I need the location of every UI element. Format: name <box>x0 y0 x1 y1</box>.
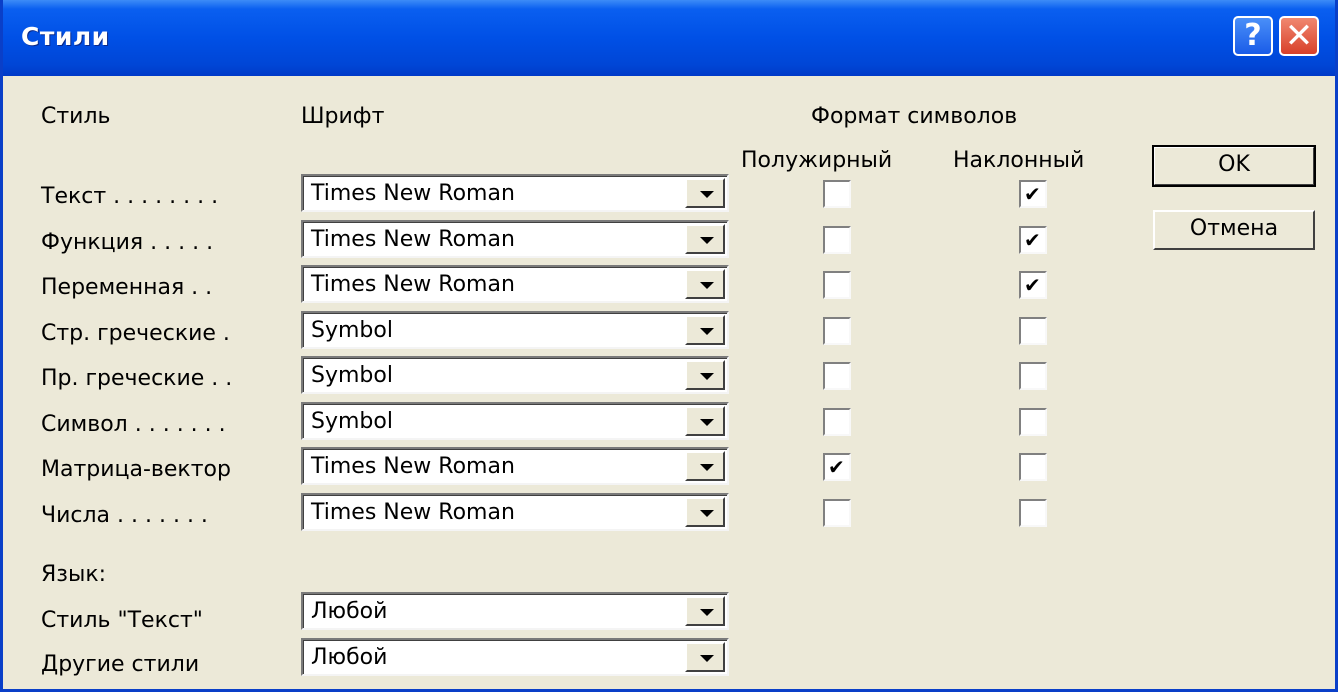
language-text-style-select[interactable]: Любой <box>301 592 729 630</box>
dropdown-button[interactable] <box>685 596 725 626</box>
bold-checkbox[interactable] <box>823 408 851 436</box>
select-value: Symbol <box>311 318 393 343</box>
question-icon: ? <box>1244 18 1262 53</box>
bold-checkbox[interactable]: ✔ <box>823 453 851 481</box>
chevron-down-icon <box>700 609 714 616</box>
style-row-label: Матрица-вектор <box>41 457 231 482</box>
check-icon: ✔ <box>1024 182 1041 206</box>
chevron-down-icon <box>700 282 714 289</box>
style-row-label: Пр. греческие . . <box>41 366 233 391</box>
select-value: Symbol <box>311 363 393 388</box>
chevron-down-icon <box>700 237 714 244</box>
select-value: Times New Roman <box>311 500 515 525</box>
title-bar[interactable]: Стили ? ✕ <box>3 0 1335 76</box>
italic-checkbox[interactable] <box>1019 362 1047 390</box>
dropdown-button[interactable] <box>685 451 725 481</box>
style-row-label: Текст . . . . . . . . <box>41 184 219 209</box>
select-value: Times New Roman <box>311 272 515 297</box>
header-font: Шрифт <box>301 104 385 129</box>
font-select[interactable]: Times New Roman <box>301 447 729 485</box>
bold-checkbox[interactable] <box>823 499 851 527</box>
styles-dialog: Стили ? ✕ Стиль Шрифт Формат символов По… <box>0 0 1338 692</box>
dropdown-button[interactable] <box>685 269 725 299</box>
dialog-title: Стили <box>21 22 110 51</box>
font-select[interactable]: Symbol <box>301 311 729 349</box>
language-row-label: Стиль "Текст" <box>41 608 203 633</box>
dropdown-button[interactable] <box>685 360 725 390</box>
select-value: Times New Roman <box>311 454 515 479</box>
help-button[interactable]: ? <box>1233 16 1273 56</box>
font-select[interactable]: Symbol <box>301 402 729 440</box>
font-select[interactable]: Symbol <box>301 356 729 394</box>
chevron-down-icon <box>700 464 714 471</box>
font-select[interactable]: Times New Roman <box>301 265 729 303</box>
close-icon: ✕ <box>1284 16 1314 56</box>
italic-checkbox[interactable] <box>1019 317 1047 345</box>
chevron-down-icon <box>700 191 714 198</box>
select-value: Любой <box>311 599 388 624</box>
bold-checkbox[interactable] <box>823 317 851 345</box>
style-row-label: Функция . . . . . <box>41 230 214 255</box>
style-row-label: Числа . . . . . . . <box>41 503 208 528</box>
dropdown-button[interactable] <box>685 642 725 672</box>
chevron-down-icon <box>700 328 714 335</box>
bold-checkbox[interactable] <box>823 362 851 390</box>
italic-checkbox[interactable] <box>1019 499 1047 527</box>
dropdown-button[interactable] <box>685 315 725 345</box>
header-italic: Наклонный <box>953 148 1085 173</box>
bold-checkbox[interactable] <box>823 226 851 254</box>
bold-checkbox[interactable] <box>823 271 851 299</box>
header-character-format: Формат символов <box>811 104 1018 129</box>
check-icon: ✔ <box>1024 273 1041 297</box>
font-select[interactable]: Times New Roman <box>301 493 729 531</box>
cancel-button[interactable]: Отмена <box>1153 210 1315 250</box>
dropdown-button[interactable] <box>685 406 725 436</box>
font-select[interactable]: Times New Roman <box>301 174 729 212</box>
select-value: Любой <box>311 645 388 670</box>
style-row-label: Символ . . . . . . . <box>41 412 226 437</box>
header-bold: Полужирный <box>741 148 893 173</box>
select-value: Symbol <box>311 409 393 434</box>
chevron-down-icon <box>700 419 714 426</box>
select-value: Times New Roman <box>311 227 515 252</box>
check-icon: ✔ <box>828 455 845 479</box>
language-row-label: Другие стили <box>41 652 200 677</box>
italic-checkbox[interactable]: ✔ <box>1019 226 1047 254</box>
chevron-down-icon <box>700 373 714 380</box>
chevron-down-icon <box>700 510 714 517</box>
dropdown-button[interactable] <box>685 497 725 527</box>
style-row-label: Переменная . . <box>41 275 213 300</box>
ok-button[interactable]: OK <box>1152 145 1316 187</box>
italic-checkbox[interactable]: ✔ <box>1019 180 1047 208</box>
select-value: Times New Roman <box>311 181 515 206</box>
italic-checkbox[interactable]: ✔ <box>1019 271 1047 299</box>
check-icon: ✔ <box>1024 228 1041 252</box>
dropdown-button[interactable] <box>685 224 725 254</box>
close-button[interactable]: ✕ <box>1279 16 1319 56</box>
bold-checkbox[interactable] <box>823 180 851 208</box>
italic-checkbox[interactable] <box>1019 453 1047 481</box>
language-label: Язык: <box>41 562 107 587</box>
header-style: Стиль <box>41 104 111 129</box>
style-row-label: Стр. греческие . <box>41 321 230 346</box>
language-other-styles-select[interactable]: Любой <box>301 638 729 676</box>
chevron-down-icon <box>700 655 714 662</box>
italic-checkbox[interactable] <box>1019 408 1047 436</box>
font-select[interactable]: Times New Roman <box>301 220 729 258</box>
dropdown-button[interactable] <box>685 178 725 208</box>
